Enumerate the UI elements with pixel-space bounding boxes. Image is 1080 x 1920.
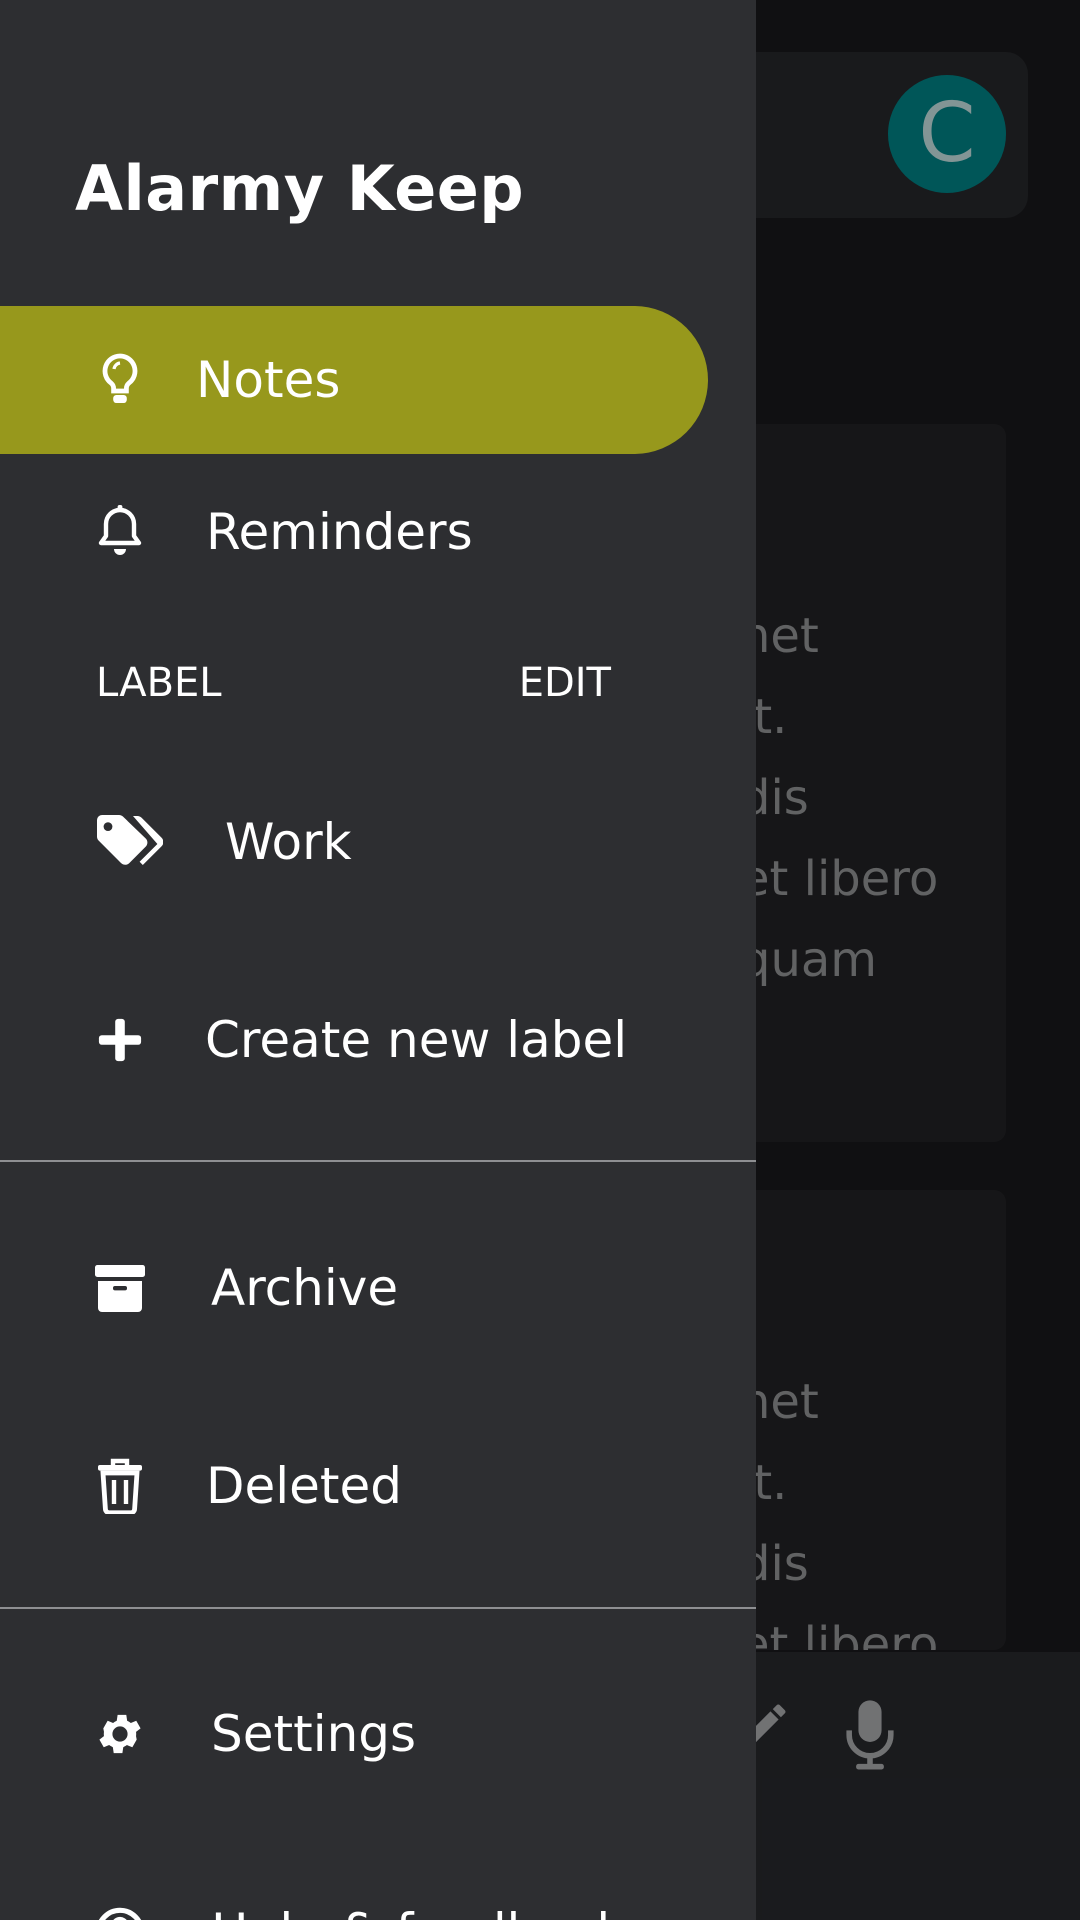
labels-section-title: LABEL: [96, 660, 222, 706]
nav-item-notes[interactable]: Notes: [0, 306, 708, 454]
labels-section-header: LABEL EDIT: [96, 660, 611, 714]
nav-label: Notes: [196, 351, 341, 409]
nav-item-settings[interactable]: Settings: [0, 1660, 708, 1808]
bell-icon: [94, 502, 146, 562]
app-title: Alarmy Keep: [75, 152, 525, 225]
create-label-button[interactable]: Create new label: [0, 966, 708, 1114]
lightbulb-icon: [94, 350, 146, 410]
nav-label: Create new label: [205, 1011, 628, 1069]
tags-icon: [94, 812, 164, 872]
nav-label: Help & feedback: [211, 1903, 625, 1920]
plus-icon: [94, 1010, 146, 1070]
trash-icon: [94, 1456, 146, 1516]
label-item-work[interactable]: Work: [0, 768, 708, 916]
divider: [0, 1607, 756, 1609]
edit-labels-button[interactable]: EDIT: [519, 660, 611, 706]
help-icon: [94, 1902, 146, 1920]
archive-icon: [94, 1258, 146, 1318]
nav-label: Settings: [211, 1705, 417, 1763]
gear-icon: [94, 1704, 146, 1764]
nav-label: Deleted: [206, 1457, 403, 1515]
nav-label: Reminders: [206, 503, 473, 561]
divider: [0, 1160, 756, 1162]
nav-item-help[interactable]: Help & feedback: [0, 1858, 708, 1920]
nav-label: Archive: [211, 1259, 399, 1317]
nav-item-reminders[interactable]: Reminders: [0, 458, 708, 606]
label-name: Work: [225, 813, 352, 871]
navigation-drawer: Alarmy Keep Notes Reminders LABEL EDIT W…: [0, 0, 756, 1920]
nav-item-deleted[interactable]: Deleted: [0, 1412, 708, 1560]
nav-item-archive[interactable]: Archive: [0, 1214, 708, 1362]
